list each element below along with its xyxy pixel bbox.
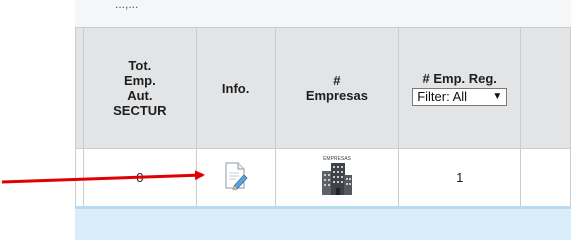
- cell-tot-emp: 0: [82, 148, 197, 207]
- cell-empresas: EMPRESAS: [274, 148, 400, 207]
- cell-info: [195, 148, 276, 207]
- emp-reg-filter-select[interactable]: Filter: All ▼: [412, 87, 508, 106]
- cell-emp-reg: 1: [398, 148, 522, 207]
- header-info[interactable]: Info.: [195, 27, 276, 149]
- top-strip: ...,...: [75, 0, 571, 27]
- header-empresas[interactable]: # Empresas: [274, 27, 400, 149]
- empresas-icon-label: EMPRESAS: [323, 156, 351, 162]
- header-emp-reg-label: # Emp. Reg.: [422, 70, 497, 86]
- header-row: Tot. Emp. Aut. SECTUR Info. # Empresas #…: [75, 27, 571, 149]
- header-tot-emp[interactable]: Tot. Emp. Aut. SECTUR: [82, 27, 197, 149]
- header-empresas-line: #: [333, 73, 341, 88]
- data-table: Tot. Emp. Aut. SECTUR Info. # Empresas #…: [75, 27, 571, 207]
- filter-value: Filter: All: [417, 89, 468, 104]
- header-info-label: Info.: [221, 80, 250, 96]
- building-icon[interactable]: EMPRESAS: [320, 155, 354, 197]
- table-row: 0 EMPRESAS 1: [75, 148, 571, 207]
- edit-document-icon[interactable]: [224, 162, 248, 191]
- header-empresas-line: Empresas: [305, 88, 368, 103]
- header-tot-emp-line: SECTUR: [113, 103, 167, 118]
- header-tot-emp-line: Tot.: [128, 58, 152, 73]
- header-emp-reg[interactable]: # Emp. Reg. Filter: All ▼: [398, 27, 522, 149]
- header-spacer: [75, 27, 84, 149]
- triangle-down-icon: ▼: [492, 91, 503, 102]
- cell-spacer: [75, 148, 84, 207]
- header-next: [520, 27, 571, 149]
- header-tot-emp-line: Aut.: [127, 88, 153, 103]
- clipped-text: ...,...: [115, 0, 139, 11]
- cell-next: [520, 148, 571, 207]
- header-tot-emp-line: Emp.: [123, 73, 156, 88]
- bottom-band: [75, 206, 571, 240]
